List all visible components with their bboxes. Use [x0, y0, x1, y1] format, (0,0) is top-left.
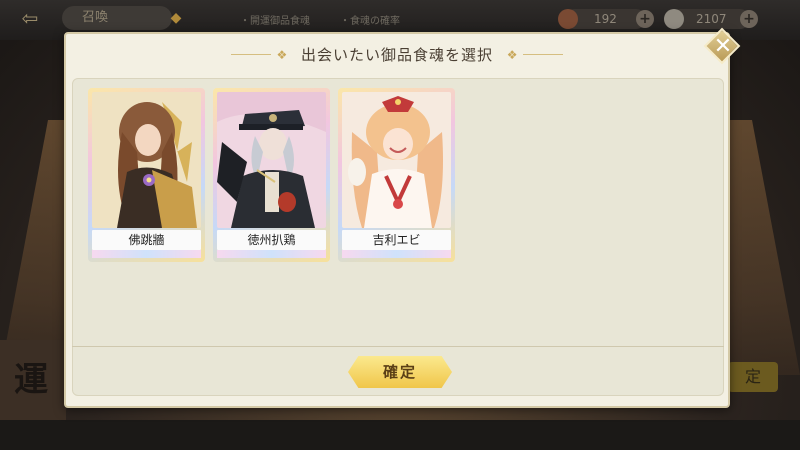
dialog-title: 出会いたい御品食魂を選択	[300, 46, 493, 64]
left-banner-text: 運	[14, 360, 48, 400]
currency-2-plus-icon[interactable]: +	[740, 10, 758, 28]
card-name-plate: 吉利エビ	[342, 230, 451, 250]
card-name: 徳州扒鶏	[247, 233, 296, 247]
card-name: 佛跳牆	[128, 233, 165, 247]
info-text-2[interactable]: ・食魂の確率	[340, 12, 400, 27]
back-arrow-icon[interactable]: ⇦	[6, 5, 54, 31]
card-name: 吉利エビ	[372, 233, 421, 247]
card-portrait-1	[92, 92, 201, 228]
food-soul-card[interactable]: 徳州扒鶏	[213, 88, 330, 262]
food-soul-card[interactable]: 吉利エビ	[338, 88, 455, 262]
dialog-title-bar: ❖ 出会いたい御品食魂を選択 ❖	[66, 44, 728, 70]
card-footer	[217, 250, 326, 258]
title-ornament-right-icon: ❖	[506, 47, 518, 62]
title-line-left	[230, 54, 271, 55]
close-icon: ✕	[713, 34, 733, 59]
card-portrait-3	[342, 92, 451, 228]
confirm-button-label: 確定	[382, 363, 417, 381]
bottom-strip	[0, 420, 800, 450]
food-soul-card[interactable]: 佛跳牆	[88, 88, 205, 262]
card-portrait-2	[217, 92, 326, 228]
summon-icon: ◆	[170, 10, 182, 26]
currency-2-value: 2107	[696, 12, 727, 26]
card-name-plate: 佛跳牆	[92, 230, 201, 250]
title-ornament-left-icon: ❖	[276, 47, 288, 62]
top-tab[interactable]: 召喚	[62, 6, 172, 30]
top-tab-label: 召喚	[82, 10, 109, 25]
currency-1: 192 +	[558, 9, 654, 29]
close-button[interactable]: ✕	[703, 27, 742, 66]
currency-1-value: 192	[594, 12, 617, 26]
select-dialog: ❖ 出会いたい御品食魂を選択 ❖ ✕ 佛跳牆 徳州扒鶏 吉利エビ 確定	[64, 27, 741, 408]
currency-2: 2107 +	[664, 9, 758, 29]
currency-1-icon	[558, 9, 578, 29]
dialog-divider	[72, 346, 724, 347]
info-text-1[interactable]: ・開運御品食魂	[240, 12, 310, 27]
card-footer	[92, 250, 201, 258]
background-confirm-button[interactable]: 定	[728, 362, 778, 392]
confirm-button[interactable]: 確定	[348, 356, 452, 388]
currency-2-icon	[664, 9, 684, 29]
currency-1-plus-icon[interactable]: +	[636, 10, 654, 28]
card-name-plate: 徳州扒鶏	[217, 230, 326, 250]
card-footer	[342, 250, 451, 258]
title-line-right	[523, 54, 564, 55]
